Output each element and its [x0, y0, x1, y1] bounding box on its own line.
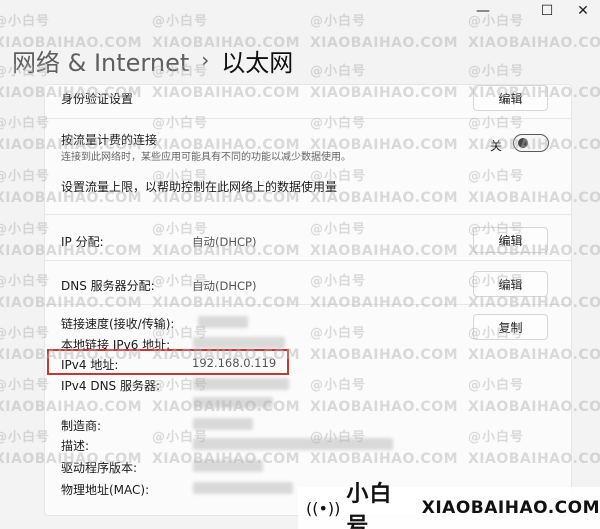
- page-title: 以太网: [221, 48, 294, 77]
- close-button[interactable]: ✕: [566, 0, 600, 22]
- driver-version-label: 驱动程序版本:: [61, 461, 138, 475]
- description-label: 描述:: [61, 439, 90, 453]
- watermark-brand: ((•)) 小白号 XIAOBAIHAO.COM: [298, 482, 600, 529]
- maximize-button[interactable]: ☐: [530, 0, 564, 22]
- divider: [44, 260, 572, 261]
- divider: [44, 214, 572, 215]
- watermark-brand-cn: 小白号: [346, 482, 393, 529]
- redacted-value: [193, 397, 273, 408]
- highlight-box: [47, 349, 289, 375]
- redacted-value: [193, 460, 263, 472]
- copy-button[interactable]: 复制: [473, 314, 548, 340]
- ip-assignment-value: 自动(DHCP): [192, 235, 257, 249]
- watermark-brand-en: XIAOBAIHAO.COM: [421, 498, 600, 518]
- metered-connection-label: 按流量计费的连接: [61, 133, 158, 147]
- redacted-value: [193, 378, 289, 390]
- minimize-icon: —: [476, 3, 490, 19]
- signal-icon: ((•)): [306, 498, 341, 518]
- dns-edit-button[interactable]: 编辑: [473, 271, 548, 297]
- toggle-knob: [518, 138, 528, 148]
- mac-address-label: 物理地址(MAC):: [61, 483, 150, 497]
- minimize-button[interactable]: —: [466, 0, 500, 22]
- manufacturer-label: 制造商:: [61, 419, 102, 433]
- redacted-value: [198, 316, 248, 328]
- redacted-value: [193, 337, 285, 349]
- auth-edit-button[interactable]: 编辑: [473, 85, 548, 111]
- metered-toggle-state: 关: [490, 139, 503, 153]
- breadcrumb-parent[interactable]: 网络 & Internet: [12, 43, 189, 78]
- maximize-icon: ☐: [540, 3, 554, 19]
- dns-assignment-value: 自动(DHCP): [192, 279, 257, 293]
- redacted-value: [193, 482, 293, 494]
- title-bar: — ☐ ✕: [0, 0, 600, 22]
- close-icon: ✕: [577, 3, 589, 19]
- data-limit-link[interactable]: 设置流量上限，以帮助控制在此网络上的数据使用量: [61, 178, 337, 195]
- divider: [44, 118, 572, 119]
- redacted-value: [193, 418, 253, 430]
- breadcrumb: 网络 & Internet › 以太网: [12, 40, 293, 80]
- ip-assignment-label: IP 分配:: [61, 235, 104, 249]
- redacted-value: [193, 438, 393, 450]
- divider: [44, 304, 572, 305]
- auth-settings-label: 身份验证设置: [61, 92, 134, 106]
- link-speed-label: 链接速度(接收/传输):: [61, 317, 175, 331]
- metered-toggle[interactable]: [513, 134, 549, 152]
- ip-edit-button[interactable]: 编辑: [473, 227, 548, 253]
- metered-connection-description: 连接到此网络时，某些应用可能具有不同的功能以减少数据使用。: [61, 152, 351, 163]
- dns-assignment-label: DNS 服务器分配:: [61, 279, 155, 293]
- chevron-right-icon: ›: [201, 48, 210, 72]
- ipv4-dns-label: IPv4 DNS 服务器:: [61, 379, 161, 393]
